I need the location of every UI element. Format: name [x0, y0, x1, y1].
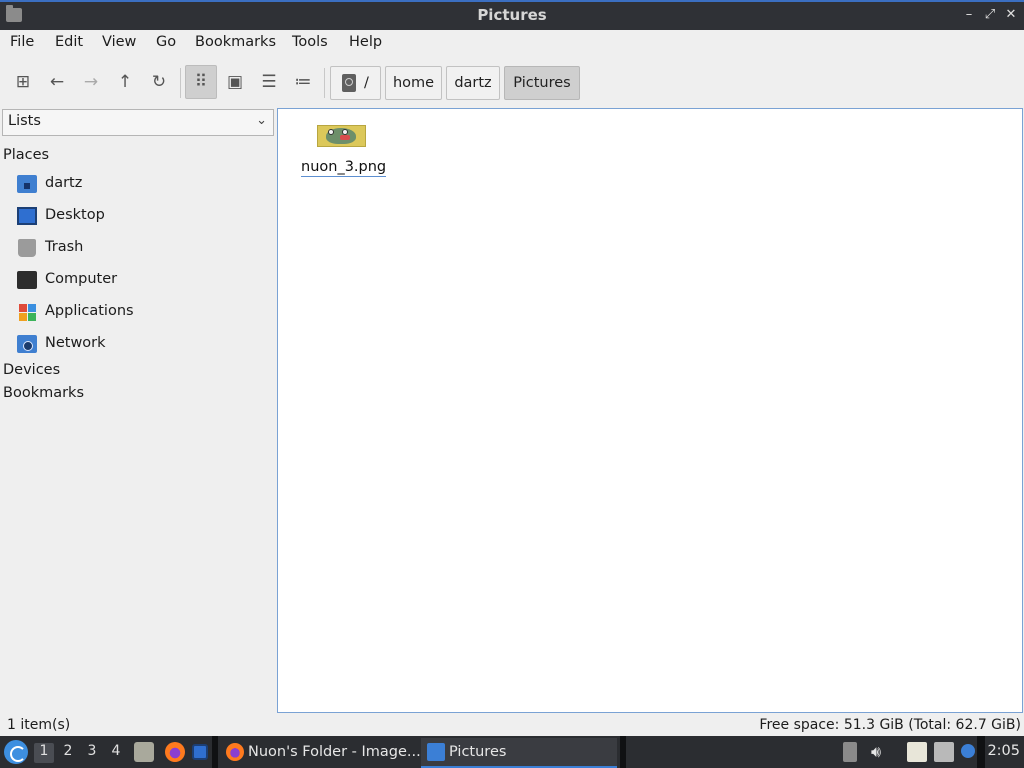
sidebar-item-desktop[interactable]: Desktop: [0, 202, 274, 232]
chevron-down-icon: ⌄: [256, 113, 267, 128]
new-tab-button[interactable]: ⊞: [7, 65, 39, 99]
icon-view-icon: ⠿: [194, 72, 208, 92]
computer-icon: [17, 271, 37, 289]
taskbar: 1 2 3 4 Nuon's Folder - Image... Picture…: [0, 736, 1024, 768]
task-label: Pictures: [449, 744, 507, 760]
menu-tools[interactable]: Tools: [292, 34, 328, 50]
sidebar-item-label: Network: [45, 335, 106, 351]
desktop-icon: [17, 207, 37, 225]
window-titlebar: Pictures – ⤢ ✕: [0, 0, 1024, 30]
breadcrumb-home[interactable]: home: [385, 66, 442, 100]
compact-view-button[interactable]: ☰: [253, 65, 285, 99]
toolbar: ⊞ ← → ↑ ↻ ⠿ ▣ ☰ ≔ / home dartz Pictures: [0, 60, 1024, 104]
status-item-count: 1 item(s): [7, 717, 71, 733]
detailed-list-button[interactable]: ≔: [287, 65, 319, 99]
clock[interactable]: 2:05: [987, 743, 1020, 759]
menu-go[interactable]: Go: [156, 34, 176, 50]
volume-icon[interactable]: 🔊︎: [871, 742, 889, 762]
home-folder-icon: [17, 175, 37, 193]
network-tray-icon[interactable]: [934, 742, 954, 762]
maximize-button[interactable]: ⤢: [981, 5, 999, 25]
back-button[interactable]: ←: [41, 65, 73, 99]
sidebar-item-label: Trash: [45, 239, 84, 255]
window-title: Pictures: [477, 6, 547, 24]
close-button[interactable]: ✕: [1002, 5, 1020, 25]
image-thumbnail: [317, 125, 366, 147]
file-manager-launcher-icon[interactable]: [134, 742, 154, 762]
sidebar-item-label: Desktop: [45, 207, 105, 223]
side-pane-mode-value: Lists: [8, 113, 41, 129]
menu-file[interactable]: File: [10, 34, 34, 50]
new-tab-icon: ⊞: [15, 72, 31, 92]
thumbnail-view-icon: ▣: [226, 72, 244, 92]
forward-button[interactable]: →: [75, 65, 107, 99]
task-firefox-window[interactable]: Nuon's Folder - Image...: [220, 738, 421, 768]
workspace-4[interactable]: 4: [106, 743, 126, 763]
taskbar-divider: [212, 736, 218, 768]
sidebar-item-label: Computer: [45, 271, 118, 287]
file-view[interactable]: nuon_3.png: [277, 108, 1023, 713]
trash-icon: [18, 239, 36, 257]
toolbar-separator: [180, 68, 181, 98]
sidebar-item-trash[interactable]: Trash: [0, 234, 274, 264]
menu-help[interactable]: Help: [349, 34, 382, 50]
breadcrumb-pictures[interactable]: Pictures: [504, 66, 580, 100]
sidebar-item-network[interactable]: Network: [0, 330, 274, 360]
workspace-3[interactable]: 3: [82, 743, 102, 763]
back-icon: ←: [49, 72, 65, 92]
menu-bookmarks[interactable]: Bookmarks: [195, 34, 276, 50]
network-icon: [17, 335, 37, 353]
folder-icon: [427, 743, 445, 761]
breadcrumb-root[interactable]: /: [330, 66, 381, 100]
drive-icon: [342, 74, 357, 92]
task-label: Nuon's Folder - Image...: [248, 744, 421, 760]
detailed-list-icon: ≔: [294, 72, 312, 92]
sidebar-item-applications[interactable]: Applications: [0, 298, 274, 328]
taskbar-divider: [620, 736, 626, 768]
start-menu-icon[interactable]: [4, 740, 28, 764]
file-item[interactable]: nuon_3.png: [298, 121, 388, 185]
workspace-2[interactable]: 2: [58, 743, 78, 763]
menu-view[interactable]: View: [102, 34, 136, 50]
sidebar-item-label: Applications: [45, 303, 134, 319]
side-pane-mode-select[interactable]: Lists ⌄: [2, 109, 274, 136]
sidebar-item-dartz[interactable]: dartz: [0, 170, 274, 200]
up-button[interactable]: ↑: [109, 65, 141, 99]
icon-view-button[interactable]: ⠿: [185, 65, 217, 99]
minimize-button[interactable]: –: [960, 5, 978, 25]
places-heading[interactable]: Places: [3, 147, 49, 163]
applications-icon: [17, 303, 37, 321]
status-free-space: Free space: 51.3 GiB (Total: 62.7 GiB): [759, 717, 1021, 733]
file-name: nuon_3.png: [301, 159, 387, 177]
compact-view-icon: ☰: [261, 72, 277, 92]
up-icon: ↑: [117, 72, 133, 92]
updates-tray-icon[interactable]: [843, 742, 857, 762]
sidebar-item-computer[interactable]: Computer: [0, 266, 274, 296]
clipboard-icon[interactable]: [907, 742, 927, 762]
toolbar-separator: [324, 68, 325, 98]
workspace-1[interactable]: 1: [34, 743, 54, 763]
forward-icon: →: [83, 72, 99, 92]
menubar: File Edit View Go Bookmarks Tools Help: [0, 30, 1024, 56]
breadcrumb-root-label: /: [364, 75, 369, 91]
breadcrumb-dartz[interactable]: dartz: [446, 66, 500, 100]
firefox-launcher-icon[interactable]: [165, 742, 185, 762]
menu-edit[interactable]: Edit: [55, 34, 83, 50]
firefox-icon: [226, 743, 244, 761]
devices-heading[interactable]: Devices: [3, 362, 60, 378]
sidebar-item-label: dartz: [45, 175, 83, 191]
show-desktop-icon[interactable]: [192, 744, 208, 760]
taskbar-divider: [977, 736, 985, 768]
reload-icon: ↻: [151, 72, 167, 92]
task-pictures-window[interactable]: Pictures: [421, 738, 617, 768]
bookmarks-heading[interactable]: Bookmarks: [3, 385, 84, 401]
reload-button[interactable]: ↻: [143, 65, 175, 99]
notification-icon[interactable]: [961, 744, 975, 758]
thumbnail-view-button[interactable]: ▣: [219, 65, 251, 99]
